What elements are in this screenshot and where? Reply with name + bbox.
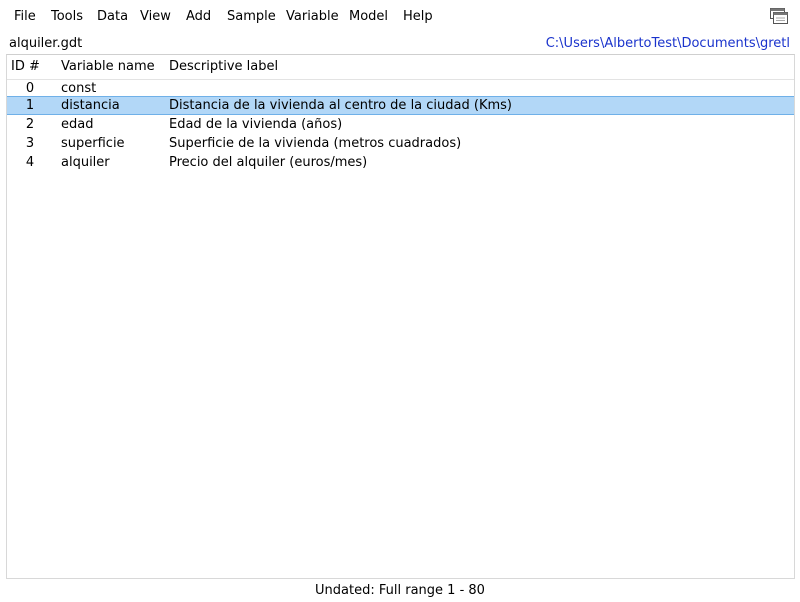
table-row[interactable]: 4 alquiler Precio del alquiler (euros/me…	[7, 153, 794, 172]
cell-id: 2	[25, 117, 35, 132]
cell-variable-name: distancia	[61, 98, 120, 113]
menu-bar: File Tools Data View Add Sample Variable…	[0, 0, 800, 32]
cell-variable-name: superficie	[61, 136, 125, 151]
cell-variable-name: alquiler	[61, 155, 110, 170]
menu-tools[interactable]: Tools	[51, 8, 83, 26]
column-header-variable-name[interactable]: Variable name	[61, 58, 155, 76]
menu-view[interactable]: View	[140, 8, 171, 26]
menu-model[interactable]: Model	[349, 8, 388, 26]
menu-file[interactable]: File	[14, 8, 36, 26]
menu-variable[interactable]: Variable	[286, 8, 339, 26]
working-directory-path[interactable]: C:\Users\AlbertoTest\Documents\gretl	[546, 36, 790, 51]
column-header-id[interactable]: ID #	[11, 58, 40, 76]
dataset-info-bar: alquiler.gdt C:\Users\AlbertoTest\Docume…	[0, 34, 800, 54]
cell-descriptive-label: Edad de la vivienda (años)	[169, 117, 343, 132]
menu-sample[interactable]: Sample	[227, 8, 276, 26]
table-row[interactable]: 3 superficie Superficie de la vivienda (…	[7, 134, 794, 153]
menu-data[interactable]: Data	[97, 8, 128, 26]
window-switch-icon[interactable]	[769, 7, 789, 25]
dataset-filename: alquiler.gdt	[9, 36, 83, 51]
menu-add[interactable]: Add	[186, 8, 211, 26]
table-row-selected[interactable]: 1 distancia Distancia de la vivienda al …	[7, 96, 794, 115]
variable-list[interactable]: ID # Variable name Descriptive label 0 c…	[6, 54, 795, 579]
cell-descriptive-label: Superficie de la vivienda (metros cuadra…	[169, 136, 462, 151]
cell-id: 1	[25, 98, 35, 113]
cell-variable-name: edad	[61, 117, 94, 132]
cell-id: 4	[25, 155, 35, 170]
column-header-descriptive-label[interactable]: Descriptive label	[169, 58, 278, 76]
variable-list-header: ID # Variable name Descriptive label	[7, 55, 794, 80]
cell-descriptive-label: Distancia de la vivienda al centro de la…	[169, 98, 512, 113]
status-bar: Undated: Full range 1 - 80	[315, 583, 485, 598]
cell-id: 3	[25, 136, 35, 151]
cell-descriptive-label: Precio del alquiler (euros/mes)	[169, 155, 368, 170]
menu-help[interactable]: Help	[403, 8, 433, 26]
table-row[interactable]: 2 edad Edad de la vivienda (años)	[7, 115, 794, 134]
